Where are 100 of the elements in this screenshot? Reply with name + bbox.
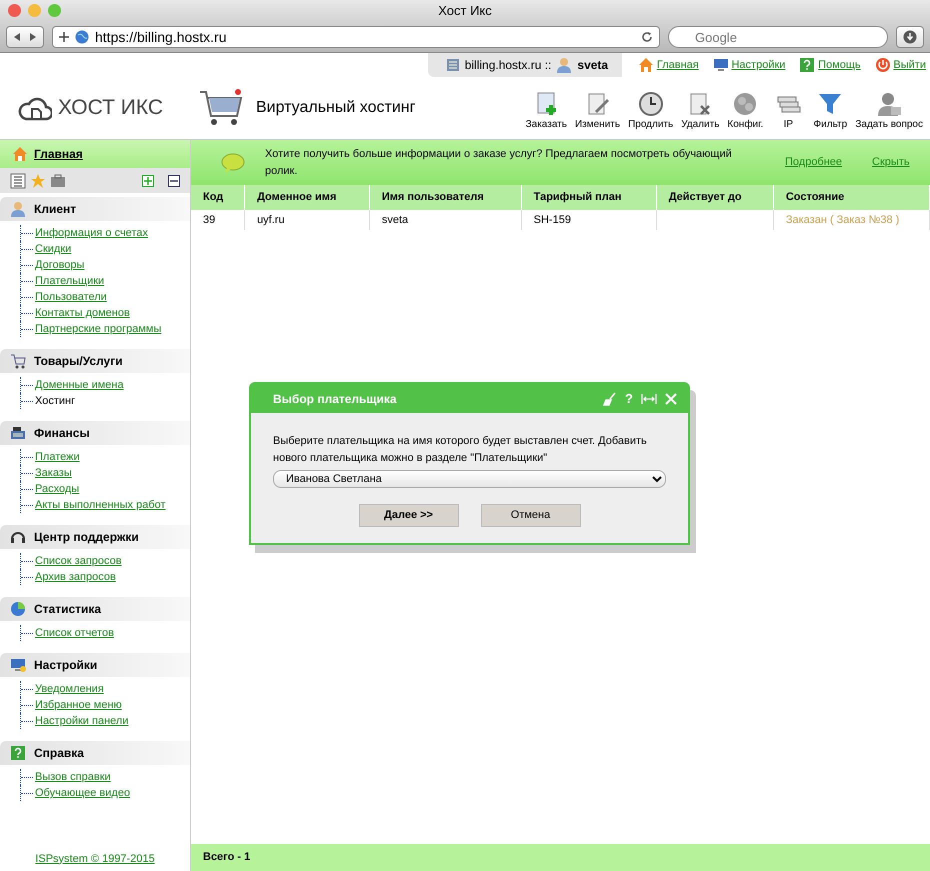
- banner-message: Хотите получить больше информации о заказе услуг? Предлагаем посмотреть обучающий ролик.: [265, 147, 733, 178]
- sidebar-group-header[interactable]: Финансы: [0, 421, 190, 445]
- list-icon: [10, 172, 26, 188]
- pie-chart-icon: [10, 601, 26, 617]
- back-forward-icon: [13, 32, 37, 42]
- total-count: Всего - 1: [191, 844, 930, 871]
- toolbar-button[interactable]: Заказать: [522, 90, 570, 132]
- house-icon: [12, 146, 28, 162]
- toolbar-button[interactable]: Задать вопрос: [852, 90, 926, 132]
- sidebar-link[interactable]: Вызов справки: [20, 769, 190, 785]
- broom-icon: [603, 392, 618, 406]
- sidebar-group-header[interactable]: Клиент: [0, 197, 190, 221]
- window-control-button[interactable]: [48, 4, 61, 17]
- help-button[interactable]: ?: [622, 388, 636, 408]
- column-header[interactable]: Состояние: [773, 185, 930, 210]
- user-name: sveta: [577, 57, 608, 74]
- toolbar-button[interactable]: Конфиг.: [724, 90, 766, 132]
- power-icon: [874, 57, 891, 73]
- close-icon: [665, 392, 677, 404]
- sidebar-link[interactable]: Список отчетов: [20, 625, 190, 641]
- top-nav-link[interactable]: Настройки: [731, 56, 786, 74]
- user-icon: [556, 57, 572, 73]
- sidebar-link[interactable]: Список запросов: [20, 553, 190, 569]
- sidebar-group-header[interactable]: Справка: [0, 741, 190, 765]
- monitor-icon: [10, 657, 26, 673]
- user-question-icon: [876, 90, 902, 116]
- download-icon: [903, 30, 917, 44]
- house-icon: [638, 57, 654, 73]
- sidebar-link[interactable]: Заказы: [20, 465, 190, 481]
- toolbar-button[interactable]: IP: [768, 90, 808, 132]
- user-icon: [10, 201, 26, 217]
- sidebar-link[interactable]: Настройки панели: [20, 713, 190, 729]
- headset-icon: [10, 529, 26, 545]
- banner-link[interactable]: Скрыть: [872, 154, 910, 171]
- table-cell: SH-159: [521, 210, 656, 230]
- column-header[interactable]: Действует до: [656, 185, 774, 210]
- window-control-button[interactable]: [8, 4, 21, 17]
- section-title: Виртуальный хостинг: [256, 98, 416, 118]
- column-header[interactable]: Код: [191, 185, 245, 210]
- sidebar-link[interactable]: Контакты доменов: [20, 305, 190, 321]
- sidebar-group-header[interactable]: Центр поддержки: [0, 525, 190, 549]
- shopping-cart-icon: [198, 88, 244, 128]
- search-field[interactable]: Google: [668, 26, 888, 48]
- table-cell: sveta: [369, 210, 522, 230]
- toolbar-button[interactable]: Фильтр: [810, 90, 850, 132]
- top-nav-link[interactable]: Главная: [656, 56, 699, 74]
- payer-select[interactable]: Иванова Светлана: [273, 470, 666, 488]
- monitor-icon: [712, 57, 729, 73]
- sidebar-link[interactable]: Обучающее видео: [20, 785, 190, 801]
- sidebar-home-item[interactable]: Главная: [0, 140, 190, 168]
- toolbar-button[interactable]: Продлить: [625, 90, 676, 132]
- sidebar-link[interactable]: Акты выполненных работ: [20, 497, 190, 513]
- shopping-cart-icon: [10, 353, 26, 369]
- host-label: billing.hostx.ru ::: [464, 57, 552, 74]
- sidebar-group-header[interactable]: Настройки: [0, 653, 190, 677]
- help-icon: [799, 57, 816, 73]
- sidebar-link[interactable]: Хостинг: [20, 393, 190, 409]
- download-button[interactable]: [896, 26, 924, 48]
- speech-bubble-icon: [221, 152, 245, 172]
- sidebar-link[interactable]: Платежи: [20, 449, 190, 465]
- dialog-message: Выберите плательщика на имя которого будет выставлен счет. Добавить нового плательщика можно в разделе "Плательщики": [273, 434, 648, 466]
- sidebar-link[interactable]: Плательщики: [20, 273, 190, 289]
- sidebar-link[interactable]: Доменные имена: [20, 377, 190, 393]
- sidebar-link[interactable]: Избранное меню: [20, 697, 190, 713]
- table-cell: 39: [191, 210, 245, 230]
- clock-icon: [638, 90, 664, 116]
- column-header[interactable]: Доменное имя: [244, 185, 370, 210]
- toolbar-button[interactable]: Изменить: [572, 90, 624, 132]
- help-icon: [10, 745, 26, 761]
- dialog-title: Выбор плательщика: [273, 390, 398, 408]
- cancel-button[interactable]: Отмена: [480, 504, 580, 527]
- resize-icon: [641, 392, 657, 404]
- expand-icon: [142, 174, 154, 186]
- copyright-link[interactable]: ISPsystem © 1997-2015: [35, 852, 155, 864]
- sidebar-link[interactable]: Партнерские программы: [20, 321, 190, 337]
- column-header[interactable]: Имя пользователя: [369, 185, 522, 210]
- window-control-button[interactable]: [28, 4, 41, 17]
- sidebar-link[interactable]: Информация о счетах: [20, 225, 190, 241]
- sidebar-group-header[interactable]: Статистика: [0, 597, 190, 621]
- collapse-icon: [168, 174, 180, 186]
- column-header[interactable]: Тарифный план: [521, 185, 656, 210]
- toolbar-button[interactable]: Удалить: [678, 90, 722, 132]
- sidebar-link[interactable]: Расходы: [20, 481, 190, 497]
- table-cell: Заказан ( Заказ №38 ): [773, 210, 930, 230]
- banner-link[interactable]: Подробнее: [785, 154, 842, 171]
- top-nav-link[interactable]: Помощь: [818, 56, 861, 74]
- next-button[interactable]: Далее >>: [358, 504, 458, 527]
- sidebar-link[interactable]: Архив запросов: [20, 569, 190, 585]
- table-cell: uyf.ru: [244, 210, 370, 230]
- back-forward-button[interactable]: [6, 26, 44, 48]
- cash-register-icon: [10, 425, 26, 441]
- top-nav-link[interactable]: Выйти: [893, 56, 926, 74]
- sidebar-link[interactable]: Договоры: [20, 257, 190, 273]
- sidebar-link[interactable]: Скидки: [20, 241, 190, 257]
- sidebar-link[interactable]: Уведомления: [20, 681, 190, 697]
- star-icon: [30, 172, 46, 188]
- briefcase-icon: [50, 172, 66, 188]
- window-title: Хост Икс: [438, 3, 492, 18]
- sidebar-group-header[interactable]: Товары/Услуги: [0, 349, 190, 373]
- sidebar-link[interactable]: Пользователи: [20, 289, 190, 305]
